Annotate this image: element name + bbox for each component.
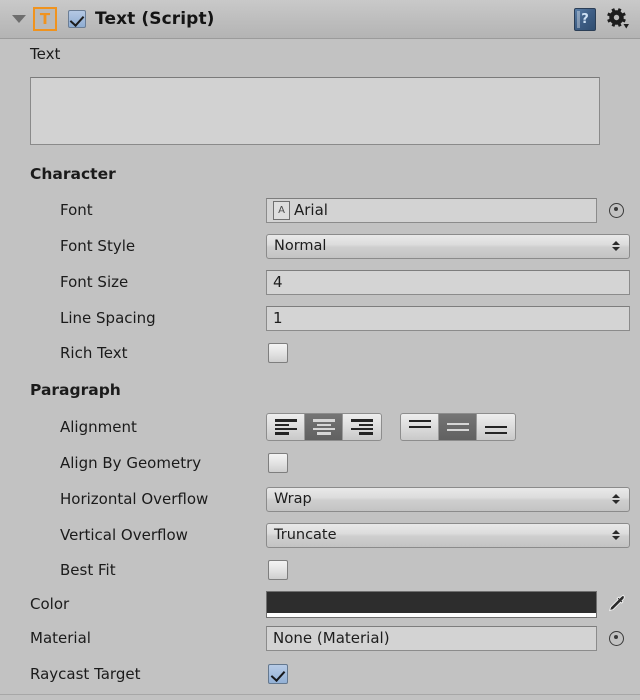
rich-text-label: Rich Text	[60, 344, 128, 362]
text-input[interactable]	[30, 77, 600, 145]
font-size-label: Font Size	[60, 273, 129, 291]
material-object-picker-icon[interactable]	[609, 630, 624, 646]
chevron-updown-icon	[612, 494, 620, 504]
font-asset-icon: A	[273, 200, 290, 220]
line-spacing-input[interactable]: 1	[266, 305, 630, 331]
horizontal-overflow-label: Horizontal Overflow	[60, 490, 209, 508]
color-label: Color	[30, 595, 70, 613]
material-value: None (Material)	[273, 629, 390, 647]
font-style-dropdown[interactable]: Normal	[266, 233, 630, 259]
line-spacing-label: Line Spacing	[60, 309, 156, 327]
align-bottom-button[interactable]	[477, 414, 515, 440]
font-style-value: Normal	[274, 238, 327, 254]
component-enabled-checkbox[interactable]	[68, 10, 86, 28]
font-size-value: 4	[273, 273, 283, 291]
color-swatch[interactable]	[266, 590, 597, 618]
chevron-updown-icon	[612, 530, 620, 540]
script-icon: T	[33, 7, 57, 31]
component-header[interactable]: T Text (Script) ?	[0, 0, 640, 39]
font-style-label: Font Style	[60, 237, 136, 255]
horizontal-alignment-group[interactable]	[266, 413, 382, 441]
align-by-geometry-checkbox[interactable]	[268, 453, 288, 473]
vertical-overflow-label: Vertical Overflow	[60, 526, 188, 544]
gear-icon[interactable]	[606, 8, 630, 30]
font-value: Arial	[294, 201, 328, 219]
foldout-arrow-icon[interactable]	[8, 0, 30, 38]
section-paragraph: Paragraph	[30, 381, 121, 399]
font-object-picker-icon[interactable]	[609, 202, 624, 218]
page-title: Text (Script)	[95, 9, 215, 29]
material-field[interactable]: None (Material)	[266, 625, 597, 651]
font-label: Font	[60, 201, 93, 219]
raycast-target-checkbox[interactable]	[268, 664, 288, 684]
horizontal-overflow-dropdown[interactable]: Wrap	[266, 486, 630, 512]
eyedropper-icon[interactable]	[608, 593, 628, 615]
help-glyph: ?	[581, 11, 589, 27]
font-size-input[interactable]: 4	[266, 269, 630, 295]
vertical-overflow-value: Truncate	[274, 527, 337, 543]
align-right-button[interactable]	[343, 414, 381, 440]
unity-inspector-text-component: T Text (Script) ? Text Character Font A …	[0, 0, 640, 700]
vertical-overflow-dropdown[interactable]: Truncate	[266, 522, 630, 548]
font-field[interactable]: A Arial	[266, 197, 597, 223]
align-top-button[interactable]	[401, 414, 439, 440]
line-spacing-value: 1	[273, 309, 283, 327]
text-field-label: Text	[30, 45, 61, 63]
align-middle-button[interactable]	[439, 414, 477, 440]
vertical-alignment-group[interactable]	[400, 413, 516, 441]
material-label: Material	[30, 629, 91, 647]
horizontal-overflow-value: Wrap	[274, 491, 312, 507]
rich-text-checkbox[interactable]	[268, 343, 288, 363]
bottom-divider	[0, 694, 640, 695]
color-alpha-bar	[267, 612, 596, 617]
chevron-updown-icon	[612, 241, 620, 251]
best-fit-checkbox[interactable]	[268, 560, 288, 580]
align-center-button[interactable]	[305, 414, 343, 440]
alignment-label: Alignment	[60, 418, 137, 436]
help-book-icon[interactable]: ?	[574, 7, 596, 31]
best-fit-label: Best Fit	[60, 561, 116, 579]
script-icon-letter: T	[39, 10, 51, 28]
section-character: Character	[30, 165, 116, 183]
align-left-button[interactable]	[267, 414, 305, 440]
align-by-geometry-label: Align By Geometry	[60, 454, 202, 472]
raycast-target-label: Raycast Target	[30, 665, 141, 683]
header-actions: ?	[574, 7, 640, 31]
